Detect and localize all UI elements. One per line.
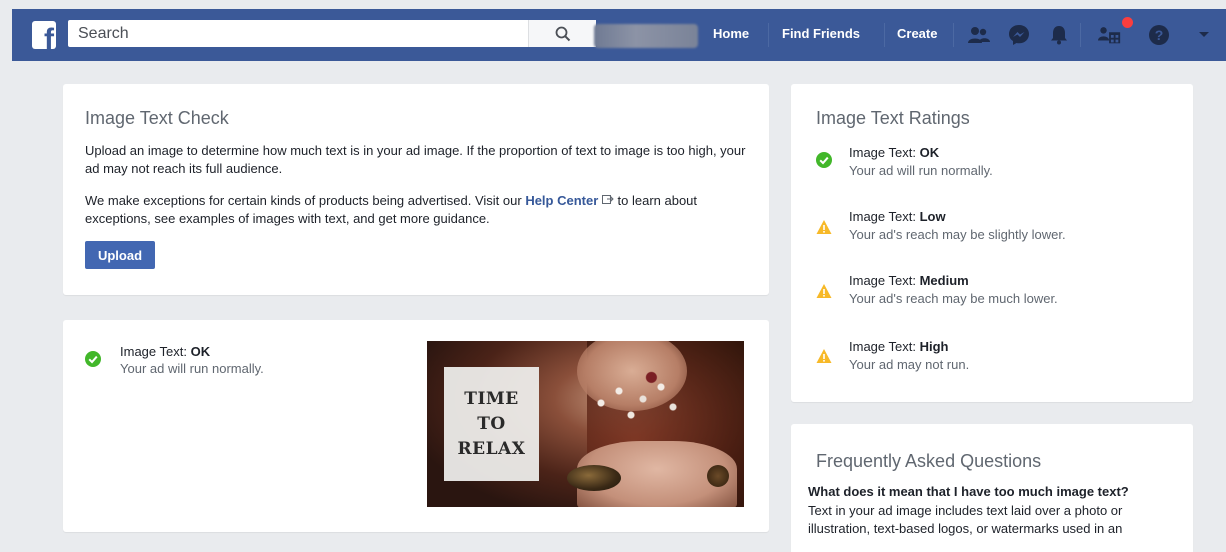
rating-title-high: Image Text: High bbox=[849, 339, 948, 354]
search-icon bbox=[555, 26, 570, 41]
faq-answer: Text in your ad image includes text laid… bbox=[808, 503, 1123, 536]
exceptions-text-start: We make exceptions for certain kinds of … bbox=[85, 193, 526, 208]
exceptions-text: We make exceptions for certain kinds of … bbox=[85, 192, 750, 228]
svg-text:?: ? bbox=[1155, 27, 1164, 43]
rating-level: Medium bbox=[919, 273, 969, 288]
rating-level: OK bbox=[919, 145, 940, 160]
uploaded-ad-image: TIME TO RELAX bbox=[427, 341, 744, 507]
rating-prefix: Image Text: bbox=[849, 273, 920, 288]
rating-title-low: Image Text: Low bbox=[849, 209, 946, 224]
external-link-icon[interactable] bbox=[601, 194, 614, 205]
card-title: Image Text Check bbox=[85, 108, 229, 128]
rating-description: Your ad's reach may be much lower. bbox=[849, 291, 1058, 306]
facebook-logo[interactable]: f bbox=[32, 21, 56, 49]
card-title: Image Text Ratings bbox=[816, 108, 970, 128]
nav-divider bbox=[1080, 23, 1081, 47]
rating-title-medium: Image Text: Medium bbox=[849, 273, 969, 288]
nav-home[interactable]: Home bbox=[713, 26, 749, 41]
faq-card: Frequently Asked Questions What does it … bbox=[791, 424, 1193, 552]
notifications-bell-icon[interactable] bbox=[1047, 23, 1071, 47]
upload-button[interactable]: Upload bbox=[85, 241, 155, 269]
rating-prefix: Image Text: bbox=[849, 339, 920, 354]
messenger-icon[interactable] bbox=[1007, 23, 1031, 47]
friend-requests-icon[interactable] bbox=[967, 23, 991, 47]
check-circle-icon bbox=[816, 152, 832, 168]
rating-title-ok: Image Text: OK bbox=[849, 145, 939, 160]
image-text-ratings-card: Image Text Ratings Image Text: OK Your a… bbox=[791, 84, 1193, 402]
search-box bbox=[68, 20, 596, 47]
result-status-title: Image Text: OK bbox=[120, 344, 210, 359]
result-status-description: Your ad will run normally. bbox=[120, 361, 264, 376]
faq-question[interactable]: What does it mean that I have too much i… bbox=[808, 484, 1129, 499]
rating-prefix: Image Text: bbox=[849, 145, 920, 160]
notification-badge bbox=[1122, 17, 1133, 28]
rating-level: High bbox=[919, 339, 949, 354]
check-intro-text: Upload an image to determine how much te… bbox=[85, 143, 746, 176]
help-question-icon[interactable]: ? bbox=[1147, 23, 1171, 47]
warning-icon bbox=[816, 284, 832, 298]
rating-level: Low bbox=[919, 209, 946, 224]
nav-create[interactable]: Create bbox=[897, 26, 937, 41]
image-text-line: TO bbox=[477, 413, 506, 434]
rating-description: Your ad's reach may be slightly lower. bbox=[849, 227, 1066, 242]
image-text-line: RELAX bbox=[457, 438, 526, 459]
profile-link-redacted[interactable] bbox=[594, 24, 698, 48]
rating-prefix: Image Text: bbox=[849, 209, 920, 224]
image-text-line: TIME bbox=[464, 388, 519, 409]
status-prefix: Image Text: bbox=[120, 344, 191, 359]
search-button[interactable] bbox=[528, 20, 596, 47]
image-text-check-card: Image Text Check Upload an image to dete… bbox=[63, 84, 769, 295]
check-circle-icon bbox=[85, 351, 101, 367]
account-menu-chevron-down-icon[interactable] bbox=[1192, 23, 1216, 47]
quick-help-people-icon[interactable] bbox=[1098, 23, 1122, 47]
nav-find-friends[interactable]: Find Friends bbox=[782, 26, 860, 41]
warning-icon bbox=[816, 349, 832, 363]
card-title: Frequently Asked Questions bbox=[816, 451, 1042, 471]
nav-divider bbox=[953, 23, 954, 47]
warning-icon bbox=[816, 220, 832, 234]
image-text-overlay: TIME TO RELAX bbox=[444, 367, 539, 481]
search-input[interactable] bbox=[68, 20, 538, 47]
nav-divider bbox=[884, 23, 885, 47]
status-value: OK bbox=[190, 344, 211, 359]
rating-description: Your ad will run normally. bbox=[849, 163, 993, 178]
help-center-link[interactable]: Help Center bbox=[525, 193, 598, 208]
top-navigation-bar: f Home Find Friends Create ? bbox=[12, 9, 1226, 61]
logo-letter: f bbox=[44, 23, 54, 50]
nav-divider bbox=[768, 23, 769, 47]
rating-description: Your ad may not run. bbox=[849, 357, 970, 372]
